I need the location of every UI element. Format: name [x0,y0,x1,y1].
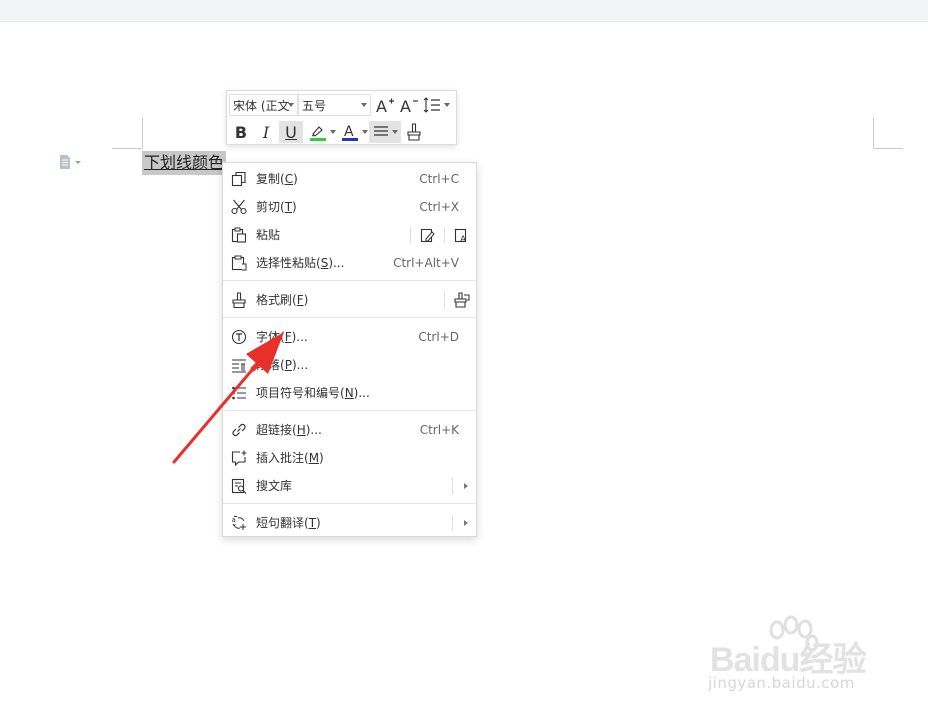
toolbar-row-1: 宋体 (正文 五号 A A [227,92,451,118]
highlight-color-button[interactable] [305,121,339,143]
menu-separator [223,280,476,281]
menu-item-label: 粘贴 [256,228,281,242]
menu-item-label: 短句翻译(T) [256,516,321,530]
menu-item-label: 格式刷(F) [256,293,309,307]
translate-icon: a [232,516,246,530]
align-justify-icon [373,126,388,136]
page-margin-corner-left [142,118,143,148]
paste-icon [231,227,247,243]
divider [444,227,445,243]
shrink-font-icon: A [400,97,418,114]
page-margin-corner-right [873,118,874,148]
svg-text:A: A [376,97,387,114]
line-spacing-button[interactable] [421,94,451,116]
search-library-icon [231,478,247,494]
menu-item-label: 搜文库 [256,479,293,493]
highlighter-icon [309,126,326,141]
page-margin-corner-right-h [873,148,903,149]
shortcut-label: Ctrl+D [418,330,459,344]
menu-item-paste-special[interactable]: 选择性粘贴(S)... Ctrl+Alt+V [223,250,476,276]
menu-item-label: 剪切(T) [256,200,297,214]
format-painter-button[interactable] [401,121,427,143]
floating-format-toolbar: 宋体 (正文 五号 A A B I U A [226,90,457,145]
top-toolbar-strip [0,0,928,22]
menu-item-label: 选择性粘贴(S)... [256,256,345,270]
divider [452,478,453,494]
font-name-value: 宋体 (正文 [233,98,290,113]
toolbar-row-2: B I U A [227,119,427,145]
submenu-arrow-icon [464,483,468,489]
underline-button[interactable]: U [279,121,303,143]
svg-text:a: a [232,516,236,524]
grow-font-button[interactable]: A [373,94,397,116]
menu-separator [223,503,476,504]
scissors-icon [231,199,247,215]
submenu-arrow-icon [464,520,468,526]
chevron-down-icon [288,103,294,107]
watermark-url: jingyan.baidu.com [708,674,855,692]
font-size-dropdown[interactable]: 五号 [298,94,371,116]
menu-item-search-library[interactable]: 搜文库 [223,473,476,499]
menu-item-cut[interactable]: 剪切(T) Ctrl+X [223,194,476,220]
chevron-down-icon [361,103,367,107]
menu-item-translate[interactable]: a 短句翻译(T) [223,510,476,536]
align-button[interactable] [369,121,401,143]
selected-document-text[interactable]: 下划线颜色 [142,151,227,175]
format-painter-icon [407,123,421,141]
paste-special-icon [231,255,247,271]
svg-text:A: A [460,235,467,243]
font-name-dropdown[interactable]: 宋体 (正文 [229,94,298,116]
bold-button[interactable]: B [229,121,253,143]
paste-keep-format-icon[interactable] [420,227,436,243]
page-margin-corner-left-h [112,148,142,149]
shrink-font-button[interactable]: A [397,94,421,116]
shortcut-label: Ctrl+K [419,423,459,437]
grow-font-icon: A [376,97,394,114]
italic-button[interactable]: I [253,121,279,143]
svg-text:A: A [400,97,411,114]
paste-text-only-icon[interactable]: A [454,227,470,243]
font-color-icon: A [341,124,358,141]
menu-item-copy[interactable]: 复制(C) Ctrl+C [223,166,476,192]
chevron-down-icon [443,103,450,107]
font-color-button[interactable]: A [339,121,369,143]
red-annotation-arrow [172,332,284,464]
menu-item-label: 复制(C) [256,172,298,186]
shortcut-label: Ctrl+C [419,172,459,186]
line-spacing-icon [423,97,440,113]
menu-item-format-painter[interactable]: 格式刷(F) [223,287,476,313]
divider [444,292,445,308]
paragraph-layout-icon[interactable] [58,154,82,170]
format-painter-icon [232,292,246,308]
format-painter-multi-icon[interactable] [454,292,470,308]
font-size-value: 五号 [302,98,327,113]
shortcut-label: Ctrl+X [419,200,459,214]
menu-item-paste[interactable]: 粘贴 A [223,222,476,248]
chevron-down-icon [391,130,398,134]
divider [452,515,453,531]
shortcut-label: Ctrl+Alt+V [393,256,459,270]
chevron-down-icon [361,130,368,134]
copy-icon [231,171,246,187]
svg-text:A: A [344,124,354,140]
chevron-down-icon [329,130,336,134]
divider [410,227,411,243]
